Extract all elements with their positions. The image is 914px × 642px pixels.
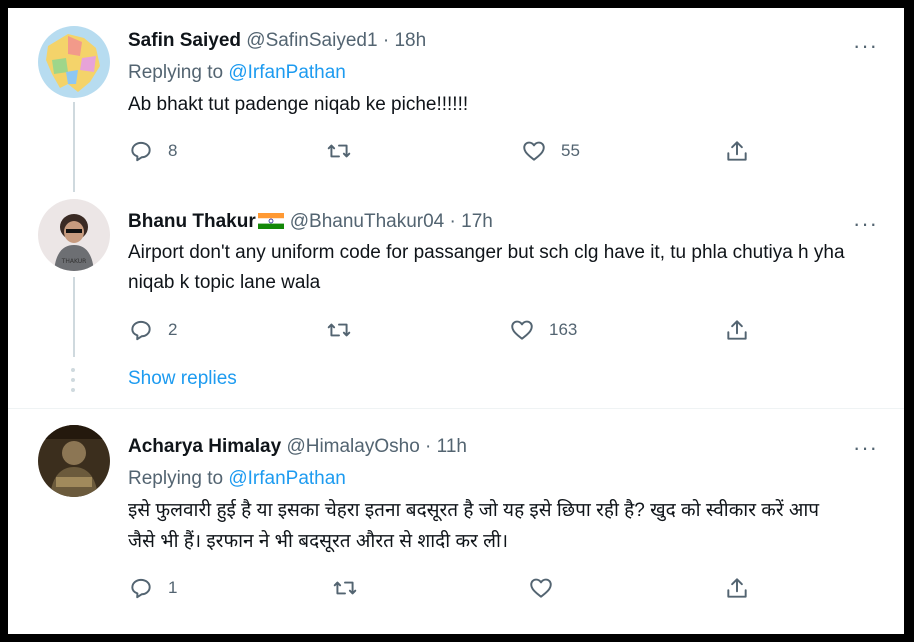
thread-line bbox=[73, 102, 75, 192]
display-name[interactable]: Acharya Himalay bbox=[128, 436, 281, 457]
more-options-icon[interactable]: ··· bbox=[853, 437, 878, 459]
reply-count: 2 bbox=[168, 320, 178, 339]
replying-to-label: Replying to bbox=[128, 62, 229, 83]
reply-button[interactable]: 2 bbox=[128, 317, 177, 343]
user-handle[interactable]: @SafinSaiyed1 bbox=[246, 30, 377, 51]
timestamp[interactable]: 11h bbox=[437, 436, 467, 457]
retweet-button[interactable] bbox=[326, 317, 366, 343]
like-button[interactable]: 163 bbox=[509, 317, 577, 343]
replying-to: Replying to @IrfanPathan bbox=[128, 468, 346, 490]
reply-button[interactable]: 1 bbox=[128, 575, 177, 601]
like-count: 55 bbox=[561, 141, 580, 160]
india-flag-icon bbox=[257, 213, 284, 229]
timestamp[interactable]: 17h bbox=[461, 211, 493, 232]
reply-icon bbox=[131, 320, 151, 341]
show-replies-link[interactable]: Show replies bbox=[128, 368, 237, 390]
tweet-text: Ab bhakt tut padenge niqab ke piche!!!!!… bbox=[128, 94, 469, 115]
retweet-icon bbox=[327, 144, 351, 158]
avatar[interactable]: THAKUR bbox=[38, 199, 110, 271]
user-handle[interactable]: @BhanuThakur04 bbox=[290, 211, 445, 232]
retweet-button[interactable] bbox=[332, 575, 372, 601]
share-icon bbox=[727, 141, 747, 161]
thread-line bbox=[73, 277, 75, 357]
reply-icon bbox=[131, 578, 151, 599]
display-name[interactable]: Safin Saiyed bbox=[128, 30, 241, 51]
retweet-button[interactable] bbox=[326, 138, 366, 164]
retweet-icon bbox=[327, 323, 351, 337]
reply-count: 1 bbox=[168, 578, 178, 597]
reply-thread: ··· Safin Saiyed @SafinSaiyed1 · 18h Rep… bbox=[8, 8, 904, 634]
tweet-safin[interactable]: ··· Safin Saiyed @SafinSaiyed1 · 18h Rep… bbox=[8, 8, 904, 193]
timestamp[interactable]: 18h bbox=[394, 30, 426, 51]
reply-count: 8 bbox=[168, 141, 178, 160]
svg-text:THAKUR: THAKUR bbox=[61, 258, 87, 265]
avatar[interactable] bbox=[38, 425, 110, 497]
tweet-text: Airport don't any uniform code for passa… bbox=[128, 242, 845, 293]
reply-button[interactable]: 8 bbox=[128, 138, 177, 164]
thread-continuation-dots bbox=[71, 368, 77, 398]
tweet-text: इसे फुलवारी हुई है या इसका चेहरा इतना बद… bbox=[128, 500, 820, 552]
share-button[interactable] bbox=[724, 138, 750, 164]
share-button[interactable] bbox=[724, 575, 750, 601]
tweet-actions: 8 55 bbox=[128, 138, 768, 168]
separator-dot: · bbox=[382, 30, 390, 51]
tweet-header: Acharya Himalay @HimalayOsho · 11h bbox=[128, 436, 467, 458]
separator-dot: · bbox=[425, 436, 432, 457]
more-options-icon[interactable]: ··· bbox=[853, 35, 878, 57]
heart-icon bbox=[523, 141, 545, 161]
like-count: 163 bbox=[549, 320, 578, 339]
mention-link[interactable]: @IrfanPathan bbox=[228, 62, 346, 83]
user-handle[interactable]: @HimalayOsho bbox=[286, 436, 419, 457]
tweet-actions: 2 163 bbox=[128, 317, 768, 347]
replying-to: Replying to @IrfanPathan bbox=[128, 62, 346, 84]
reply-icon bbox=[131, 141, 151, 162]
tweet-bhanu[interactable]: THAKUR ··· Bhanu Thakur @BhanuThakur04 · … bbox=[8, 193, 904, 358]
share-button[interactable] bbox=[724, 317, 750, 343]
display-name[interactable]: Bhanu Thakur bbox=[128, 211, 256, 232]
tweet-actions: 1 bbox=[128, 575, 768, 605]
heart-icon bbox=[530, 578, 552, 598]
share-icon bbox=[727, 578, 747, 598]
separator-dot: · bbox=[449, 211, 456, 232]
tweet-acharya[interactable]: ··· Acharya Himalay @HimalayOsho · 11h R… bbox=[8, 409, 904, 634]
tweet-header: Bhanu Thakur @BhanuThakur04 · 17h bbox=[128, 211, 493, 233]
avatar[interactable] bbox=[38, 26, 110, 98]
more-options-icon[interactable]: ··· bbox=[853, 213, 878, 235]
like-button[interactable]: 55 bbox=[521, 138, 580, 164]
retweet-icon bbox=[333, 581, 357, 595]
replying-to-label: Replying to bbox=[128, 468, 229, 489]
mention-link[interactable]: @IrfanPathan bbox=[228, 468, 346, 489]
heart-icon bbox=[511, 320, 533, 340]
share-icon bbox=[727, 320, 747, 340]
tweet-header: Safin Saiyed @SafinSaiyed1 · 18h bbox=[128, 30, 426, 52]
like-button[interactable] bbox=[528, 575, 568, 601]
